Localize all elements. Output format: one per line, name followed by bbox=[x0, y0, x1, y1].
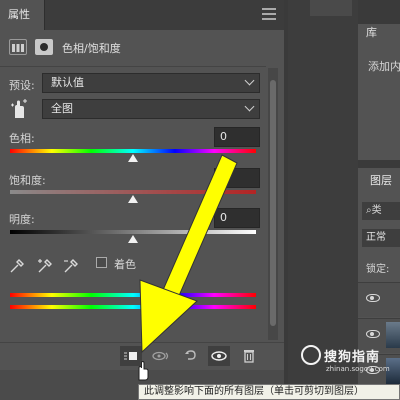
lightness-slider-thumb[interactable] bbox=[128, 235, 138, 243]
mask-icon[interactable] bbox=[35, 39, 53, 55]
reset-button[interactable] bbox=[180, 346, 202, 366]
tab-properties[interactable]: 属性 bbox=[0, 0, 45, 30]
output-color-bar bbox=[10, 305, 256, 309]
chevron-down-icon bbox=[244, 75, 255, 86]
hue-slider-thumb[interactable] bbox=[128, 154, 138, 162]
tab-libraries[interactable]: 库 bbox=[358, 24, 400, 42]
lock-label: 锁定: bbox=[366, 264, 390, 275]
tooltip: 此调整影响下面的所有图层（单击可剪切到图层） bbox=[138, 384, 400, 400]
preset-value: 默认值 bbox=[51, 76, 84, 89]
preset-label: 预设: bbox=[9, 79, 35, 92]
layer-kind-filter[interactable]: ⌕类 bbox=[362, 202, 400, 220]
target-adjust-hand-icon[interactable] bbox=[9, 98, 29, 120]
divider bbox=[0, 66, 266, 67]
panel-gap bbox=[358, 160, 400, 168]
layer-visibility-eye-icon[interactable] bbox=[366, 330, 380, 338]
channel-select[interactable]: 全图 bbox=[42, 99, 260, 119]
panel-menu-icon[interactable] bbox=[262, 8, 276, 20]
hue-slider-track[interactable] bbox=[10, 149, 256, 153]
colorize-label: 着色 bbox=[114, 258, 136, 271]
input-color-bar bbox=[10, 293, 256, 297]
scrollbar-thumb[interactable] bbox=[270, 80, 276, 326]
lightness-input[interactable]: 0 bbox=[214, 208, 260, 228]
preset-select[interactable]: 默认值 bbox=[42, 73, 260, 93]
saturation-slider-thumb[interactable] bbox=[128, 195, 138, 203]
eyedropper-icon[interactable] bbox=[9, 256, 25, 274]
eyedropper-subtract-icon[interactable] bbox=[63, 256, 79, 274]
hue-input[interactable]: 0 bbox=[214, 127, 260, 147]
tab-layers[interactable]: 图层 bbox=[370, 172, 392, 188]
collapsed-panel-button[interactable] bbox=[310, 0, 352, 16]
libraries-add-label[interactable]: 添加内 bbox=[368, 58, 400, 74]
collapsed-panel-column bbox=[288, 0, 358, 400]
hue-label: 色相: bbox=[9, 132, 35, 145]
layer-thumbnail bbox=[386, 322, 400, 348]
channel-value: 全图 bbox=[51, 102, 73, 115]
kind-filter-label: 类 bbox=[371, 205, 382, 216]
trash-icon[interactable] bbox=[238, 346, 260, 366]
hand-cursor-icon bbox=[134, 360, 150, 382]
eyedropper-add-icon[interactable] bbox=[37, 256, 53, 274]
adjustment-icon[interactable] bbox=[9, 39, 27, 55]
lightness-slider-track[interactable] bbox=[10, 230, 256, 234]
watermark-logo-icon bbox=[301, 345, 321, 365]
colorize-checkbox[interactable] bbox=[96, 257, 107, 268]
watermark-text: 搜狗指南 bbox=[324, 350, 381, 365]
saturation-label: 饱和度: bbox=[9, 174, 46, 187]
watermark-url: zhinan.sogou.com bbox=[326, 365, 390, 373]
saturation-slider-track[interactable] bbox=[10, 190, 256, 194]
blend-mode-select[interactable]: 正常 bbox=[362, 229, 400, 247]
layer-visibility-eye-icon[interactable] bbox=[366, 294, 380, 302]
view-previous-state-button[interactable] bbox=[150, 346, 172, 366]
saturation-input[interactable]: 0 bbox=[214, 168, 260, 188]
chevron-down-icon bbox=[244, 101, 255, 112]
panel-title: 色相/饱和度 bbox=[62, 42, 121, 55]
lightness-label: 明度: bbox=[9, 213, 35, 226]
properties-panel bbox=[0, 0, 284, 400]
toggle-visibility-eye-icon[interactable] bbox=[208, 346, 230, 366]
